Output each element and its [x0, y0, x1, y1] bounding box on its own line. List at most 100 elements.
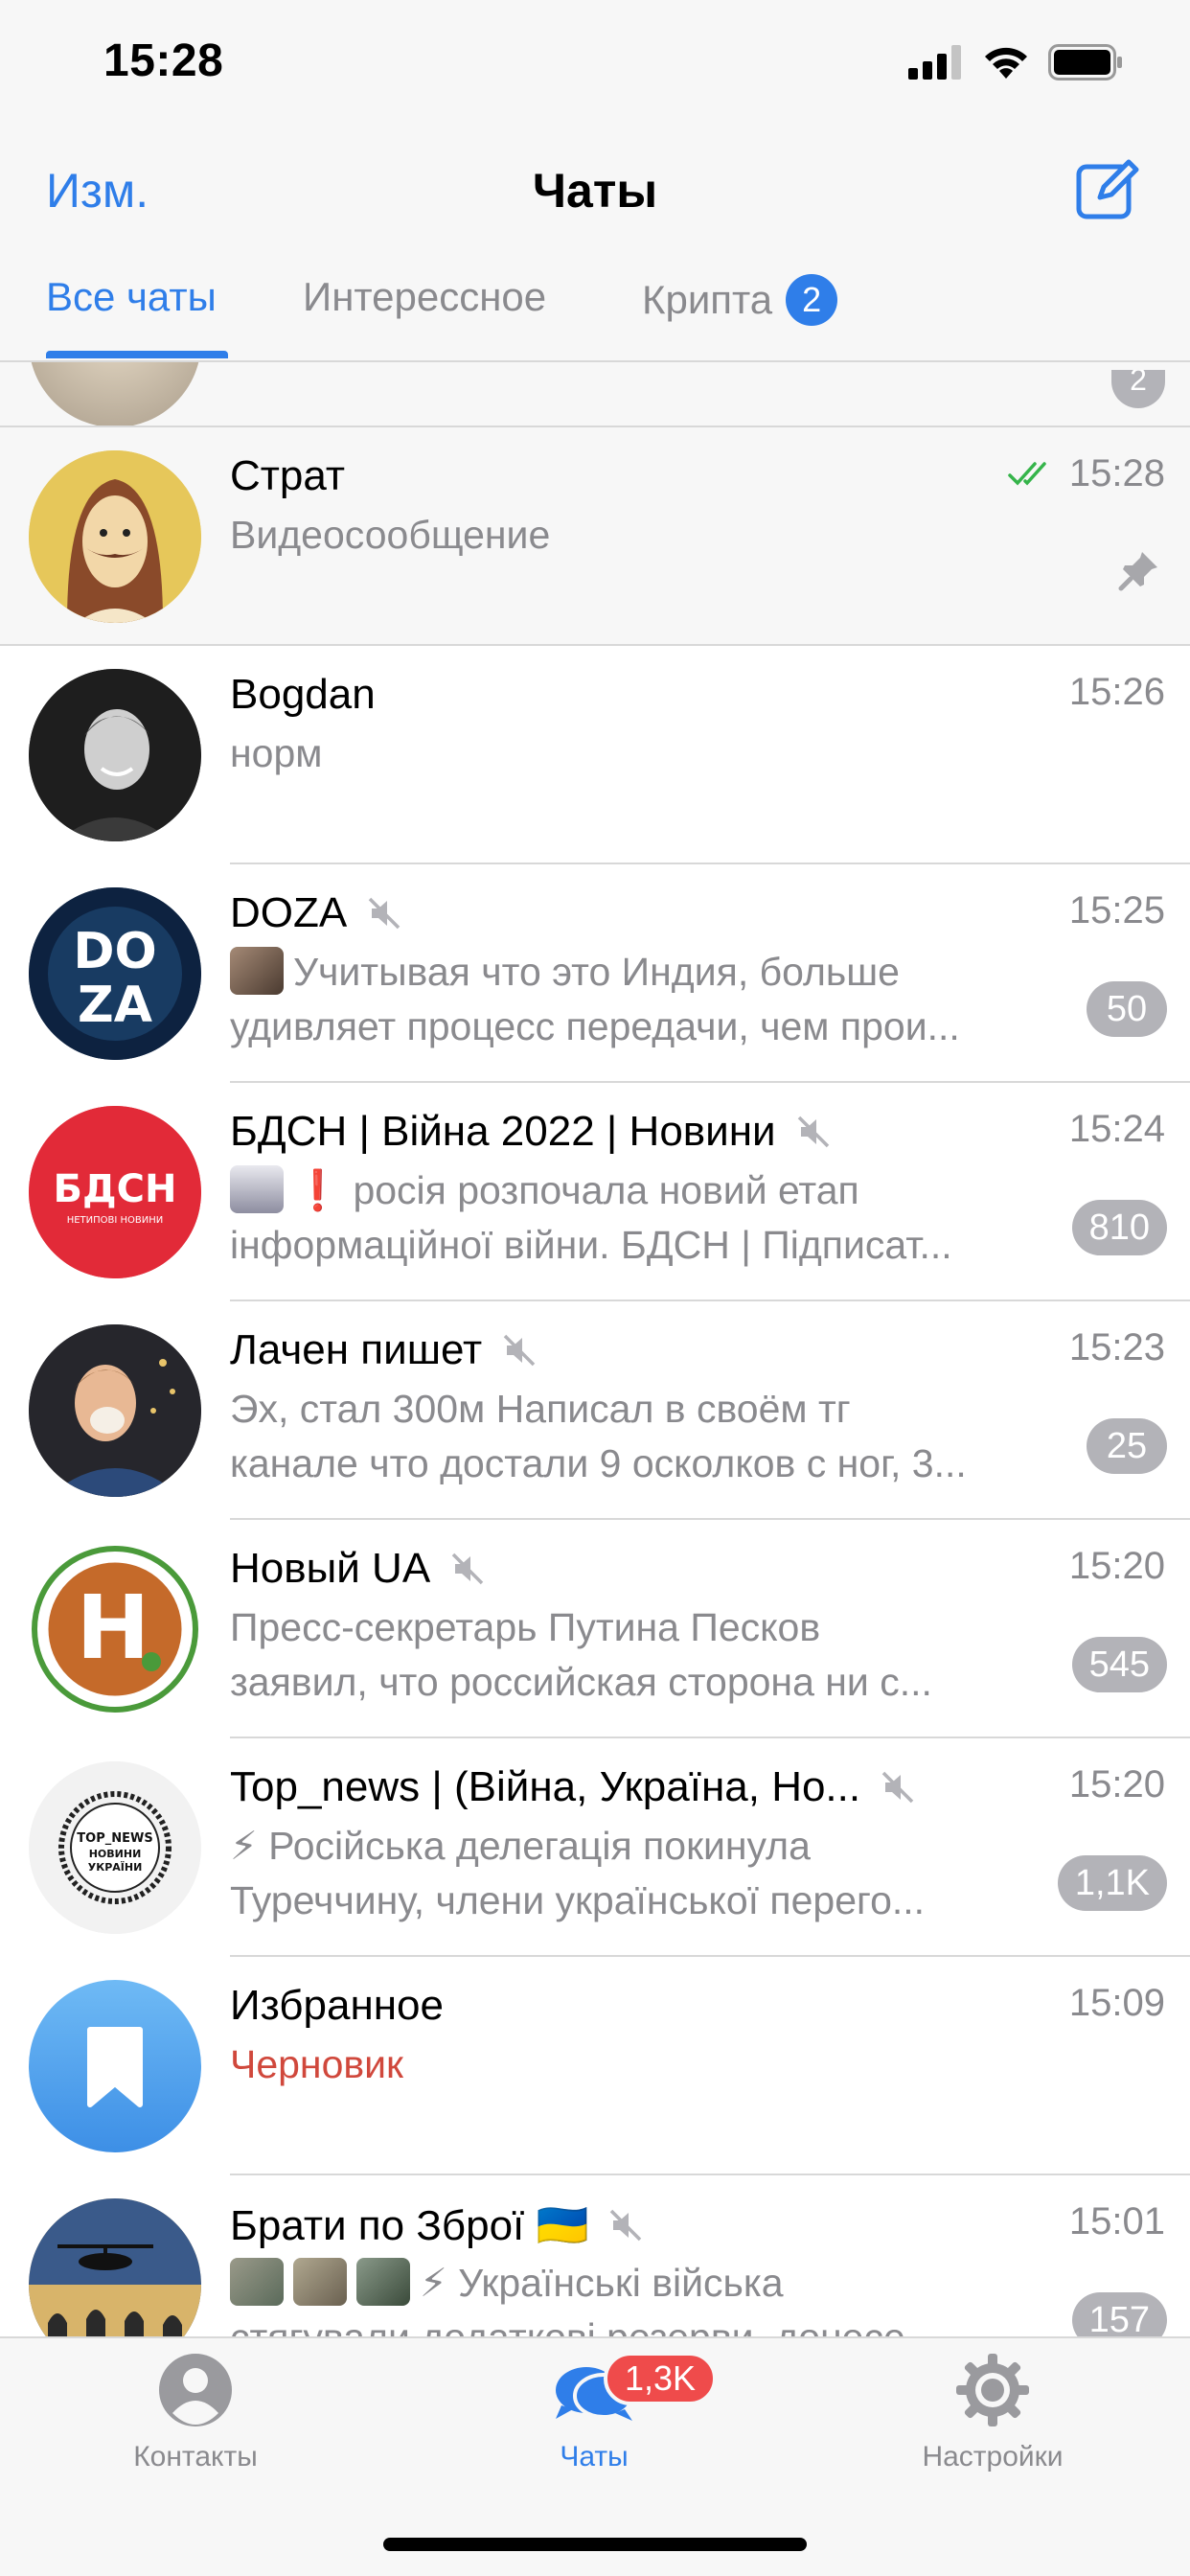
unread-badge: 1,1K: [1057, 1855, 1167, 1911]
chat-time-wrap: 15:28: [1008, 452, 1165, 495]
tab-label: Настройки: [922, 2441, 1064, 2472]
bdsn-logo-avatar: БДСН НЕТИПОВІ НОВИНИ: [29, 1106, 201, 1278]
wifi-icon: [985, 47, 1027, 79]
chat-time: 15:25: [1068, 889, 1165, 932]
unread-badge: 810: [1071, 1200, 1167, 1255]
avatar: [29, 1324, 201, 1497]
chat-row-strat[interactable]: Страт 15:28 Видеосообщение: [0, 427, 1190, 646]
chat-name: Top_news | (Війна, Україна, Но...: [230, 1763, 916, 1811]
unread-badge: 2: [1111, 370, 1165, 408]
video-thumbnail: [230, 947, 284, 995]
chat-row-bogdan[interactable]: Bogdan 15:26 норм: [0, 646, 1190, 864]
chat-preview: ❗ росія розпочала новий етап інформаційн…: [230, 1163, 1035, 1273]
tab-contacts[interactable]: Контакты: [71, 2352, 320, 2473]
chat-row-saved-messages[interactable]: Избранное 15:09 Черновик: [0, 1957, 1190, 2175]
chat-preview: ⚡ Російська делегація покинула Туреччину…: [230, 1824, 926, 1922]
muted-icon: [368, 897, 400, 930]
avatar: БРАТИ ПО ЗБРОЇ: [29, 2198, 201, 2336]
avatar: [29, 362, 201, 426]
chat-row-brati[interactable]: БРАТИ ПО ЗБРОЇ Брати по Зброї 🇺🇦 15:01 ⚡…: [0, 2175, 1190, 2336]
chat-time: 15:01: [1068, 2200, 1165, 2242]
folder-unread-badge: 2: [786, 274, 838, 326]
chat-row-lachen[interactable]: Лачен пишет 15:23 Эх, стал 300м Написал …: [0, 1301, 1190, 1520]
photo-avatar: [29, 669, 201, 841]
chat-time: 15:23: [1068, 1326, 1165, 1368]
double-check-icon: [1008, 461, 1046, 486]
svg-text:БДСН: БДСН: [54, 1167, 177, 1211]
chat-time: 15:26: [1068, 671, 1165, 713]
photo-avatar: [29, 1324, 201, 1497]
avatar: DO ZA: [29, 887, 201, 1060]
novyi-ua-logo-avatar: H: [31, 1545, 199, 1714]
chat-preview: Эх, стал 300м Написал в своём тг канале …: [230, 1387, 967, 1485]
unread-total-badge: 1,3K: [604, 2352, 718, 2405]
folder-tab-interesting[interactable]: Интерессное: [303, 274, 546, 320]
chat-time: 15:24: [1068, 1108, 1165, 1150]
unread-badge: 50: [1087, 981, 1167, 1037]
brati-logo-avatar: БРАТИ ПО ЗБРОЇ: [29, 2198, 201, 2336]
avatar: [29, 669, 201, 841]
avatar: TOP_NEWS НОВИНИ УКРАЇНИ: [29, 1761, 201, 1934]
tab-chats[interactable]: Чаты 1,3K: [469, 2352, 719, 2473]
gear-icon: [956, 2354, 1029, 2426]
chat-time: 15:28: [1068, 452, 1165, 494]
chat-row-bdsn[interactable]: БДСН НЕТИПОВІ НОВИНИ БДСН | Війна 2022 |…: [0, 1083, 1190, 1301]
status-time: 15:28: [103, 35, 224, 86]
avatar: H: [29, 1543, 201, 1715]
avatar: [29, 450, 201, 623]
edit-button[interactable]: Изм.: [46, 163, 149, 218]
chat-time: 15:20: [1068, 1763, 1165, 1806]
svg-text:TOP_NEWS: TOP_NEWS: [77, 1831, 152, 1846]
cellular-signal-icon: [908, 45, 961, 80]
status-icons: [908, 44, 1125, 80]
svg-text:ZA: ZA: [78, 977, 152, 1034]
chat-preview: Пресс-секретарь Путина Песков заявил, чт…: [230, 1605, 932, 1704]
chat-row-partial[interactable]: 2: [0, 362, 1190, 427]
chat-row-doza[interactable]: DO ZA DOZA 15:25 Учитывая что это Индия,…: [0, 864, 1190, 1083]
muted-icon: [610, 2209, 642, 2242]
chat-time: 15:20: [1068, 1545, 1165, 1587]
chat-name: БДСН | Війна 2022 | Новини: [230, 1108, 832, 1156]
svg-text:НЕТИПОВІ НОВИНИ: НЕТИПОВІ НОВИНИ: [67, 1215, 164, 1226]
person-circle-icon: [159, 2354, 232, 2426]
tab-settings[interactable]: Настройки: [868, 2352, 1117, 2473]
chat-name: Страт: [230, 452, 346, 499]
compose-icon[interactable]: [1075, 155, 1142, 222]
cartoon-face-avatar: [29, 450, 201, 623]
bookmark-icon: [87, 2027, 143, 2107]
chat-preview-draft: Черновик: [230, 2042, 403, 2086]
avatar: [29, 1980, 201, 2152]
chat-name: Bogdan: [230, 671, 376, 718]
active-tab-indicator: [46, 351, 228, 358]
muted-icon: [451, 1552, 484, 1585]
svg-text:DO: DO: [73, 923, 156, 980]
tab-label: Контакты: [133, 2441, 258, 2472]
svg-text:H: H: [77, 1576, 150, 1679]
navigation-bar: Чаты Изм.: [0, 134, 1190, 249]
status-bar: 15:28: [0, 0, 1190, 134]
chat-list[interactable]: 2 Страт 15:28 Видеосообщение Bogdan 15:2…: [0, 362, 1190, 2336]
folder-tab-crypto[interactable]: Крипта 2: [642, 274, 838, 326]
unread-badge: 157: [1071, 2292, 1167, 2336]
chat-preview: Учитывая что это Индия, больше удивляет …: [230, 945, 1035, 1054]
chat-preview: норм: [230, 731, 323, 775]
pin-icon: [1118, 552, 1157, 591]
folder-tab-label: Крипта: [642, 277, 773, 322]
chat-row-top-news[interactable]: TOP_NEWS НОВИНИ УКРАЇНИ Top_news | (Війн…: [0, 1738, 1190, 1957]
battery-icon: [1048, 44, 1122, 80]
image-thumbnail: [230, 1165, 284, 1213]
folder-tabs: Все чаты Интерессное Крипта 2: [0, 249, 1190, 362]
folder-tab-all-chats[interactable]: Все чаты: [46, 274, 217, 320]
image-thumbnail: [293, 2258, 347, 2306]
muted-icon: [881, 1771, 914, 1804]
folder-tab-label: Интерессное: [303, 274, 547, 319]
svg-text:УКРАЇНИ: УКРАЇНИ: [88, 1860, 143, 1874]
home-indicator: [383, 2538, 807, 2551]
page-title: Чаты: [532, 164, 658, 218]
muted-icon: [797, 1116, 829, 1148]
chat-row-novyi-ua[interactable]: H Новый UA 15:20 Пресс-секретарь Путина …: [0, 1520, 1190, 1738]
chat-name: Новый UA: [230, 1545, 486, 1593]
chat-name: Лачен пишет: [230, 1326, 538, 1374]
tab-label: Чаты: [560, 2441, 629, 2472]
muted-icon: [503, 1334, 536, 1367]
